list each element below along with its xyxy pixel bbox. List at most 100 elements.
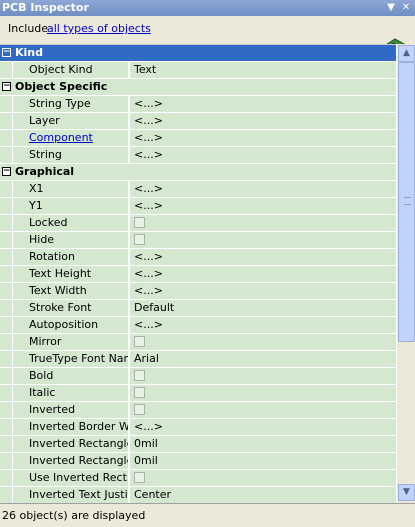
property-row[interactable]: Inverted: [0, 402, 396, 419]
property-row[interactable]: X1 <...>: [0, 181, 396, 198]
property-value[interactable]: <...>: [130, 317, 396, 333]
property-name: Mirror: [13, 334, 129, 350]
row-gutter: [0, 487, 12, 503]
property-value[interactable]: 0mil: [130, 436, 396, 452]
property-value[interactable]: <...>: [130, 198, 396, 214]
property-value[interactable]: [130, 232, 396, 248]
property-row[interactable]: Object Kind Text: [0, 62, 396, 79]
property-value[interactable]: Text: [130, 62, 396, 78]
property-row[interactable]: Rotation <...>: [0, 249, 396, 266]
property-checkbox[interactable]: [134, 217, 145, 228]
row-gutter: [0, 232, 12, 248]
property-value[interactable]: [130, 215, 396, 231]
property-value[interactable]: <...>: [130, 130, 396, 146]
property-value[interactable]: <...>: [130, 249, 396, 265]
property-value[interactable]: <...>: [130, 147, 396, 163]
property-value[interactable]: <...>: [130, 266, 396, 282]
property-value[interactable]: Center: [130, 487, 396, 503]
property-checkbox[interactable]: [134, 387, 145, 398]
property-row[interactable]: Layer <...>: [0, 113, 396, 130]
property-name: TrueType Font Name: [13, 351, 129, 367]
category-label: Object Specific: [15, 80, 108, 93]
property-value[interactable]: Default: [130, 300, 396, 316]
close-icon[interactable]: ✕: [400, 1, 412, 14]
property-grid: − Kind Object Kind Text − Object Specific Stri…: [0, 44, 396, 503]
category-row[interactable]: − Kind: [0, 45, 396, 62]
property-row[interactable]: Inverted Rectangle...0mil: [0, 453, 396, 470]
scroll-down-arrow-icon[interactable]: ▼: [398, 484, 415, 501]
property-value[interactable]: <...>: [130, 96, 396, 112]
category-row[interactable]: − Object Specific: [0, 79, 396, 96]
collapse-toggle-icon[interactable]: −: [2, 82, 11, 91]
title-bar: PCB Inspector ▼ ✕: [0, 0, 415, 16]
property-name: Text Height: [13, 266, 129, 282]
grip-icon: [404, 197, 411, 205]
property-row[interactable]: Text Width <...>: [0, 283, 396, 300]
row-gutter: [0, 96, 12, 112]
property-checkbox[interactable]: [134, 472, 145, 483]
collapse-toggle-icon[interactable]: −: [2, 48, 11, 57]
collapse-toggle-icon[interactable]: −: [2, 167, 11, 176]
property-value[interactable]: [130, 334, 396, 350]
row-gutter: [0, 334, 12, 350]
property-checkbox[interactable]: [134, 234, 145, 245]
property-value[interactable]: [130, 385, 396, 401]
vertical-scrollbar[interactable]: ▲ ▼: [396, 44, 415, 502]
property-row[interactable]: Inverted Border Wi...<...>: [0, 419, 396, 436]
pin-down-icon[interactable]: ▼: [385, 1, 397, 14]
property-name: Use Inverted Rect...: [13, 470, 129, 486]
property-value[interactable]: [130, 470, 396, 486]
row-gutter: [0, 317, 12, 333]
property-name: X1: [13, 181, 129, 197]
property-row[interactable]: Y1 <...>: [0, 198, 396, 215]
property-name[interactable]: Component: [13, 130, 129, 146]
property-row[interactable]: Bold: [0, 368, 396, 385]
property-value[interactable]: <...>: [130, 283, 396, 299]
scrollbar-thumb[interactable]: [398, 62, 415, 342]
row-gutter: [0, 368, 12, 384]
property-name: Italic: [13, 385, 129, 401]
include-label: Include: [8, 22, 49, 35]
row-gutter: [0, 283, 12, 299]
property-value[interactable]: <...>: [130, 181, 396, 197]
property-value[interactable]: <...>: [130, 419, 396, 435]
property-value[interactable]: [130, 368, 396, 384]
property-row[interactable]: Italic: [0, 385, 396, 402]
row-gutter: [0, 130, 12, 146]
property-checkbox[interactable]: [134, 336, 145, 347]
row-gutter: [0, 215, 12, 231]
scroll-up-arrow-icon[interactable]: ▲: [398, 45, 415, 62]
property-row[interactable]: Mirror: [0, 334, 396, 351]
property-row[interactable]: Hide: [0, 232, 396, 249]
property-row[interactable]: Inverted Text Justifi...Center: [0, 487, 396, 503]
property-name: Text Width: [13, 283, 129, 299]
property-name: Inverted Border Wi...: [13, 419, 129, 435]
property-row[interactable]: Text Height <...>: [0, 266, 396, 283]
row-gutter: [0, 249, 12, 265]
property-row[interactable]: Autoposition <...>: [0, 317, 396, 334]
category-row[interactable]: − Graphical: [0, 164, 396, 181]
property-value[interactable]: <...>: [130, 113, 396, 129]
property-row[interactable]: Use Inverted Rect...: [0, 470, 396, 487]
property-value[interactable]: 0mil: [130, 453, 396, 469]
property-row[interactable]: Stroke Font Default: [0, 300, 396, 317]
property-row[interactable]: Locked: [0, 215, 396, 232]
property-row[interactable]: TrueType Font NameArial: [0, 351, 396, 368]
property-checkbox[interactable]: [134, 404, 145, 415]
property-name: Bold: [13, 368, 129, 384]
row-gutter: [0, 300, 12, 316]
property-name: Inverted Text Justifi...: [13, 487, 129, 503]
property-checkbox[interactable]: [134, 370, 145, 381]
row-gutter: [0, 351, 12, 367]
property-value[interactable]: [130, 402, 396, 418]
property-row[interactable]: Inverted Rectangle...0mil: [0, 436, 396, 453]
property-row[interactable]: Component <...>: [0, 130, 396, 147]
row-gutter: [0, 453, 12, 469]
property-name: Object Kind: [13, 62, 129, 78]
property-value[interactable]: Arial: [130, 351, 396, 367]
property-name: Y1: [13, 198, 129, 214]
row-gutter: [0, 436, 12, 452]
property-row[interactable]: String Type <...>: [0, 96, 396, 113]
include-filter-link[interactable]: all types of objects: [47, 22, 151, 35]
property-row[interactable]: String <...>: [0, 147, 396, 164]
